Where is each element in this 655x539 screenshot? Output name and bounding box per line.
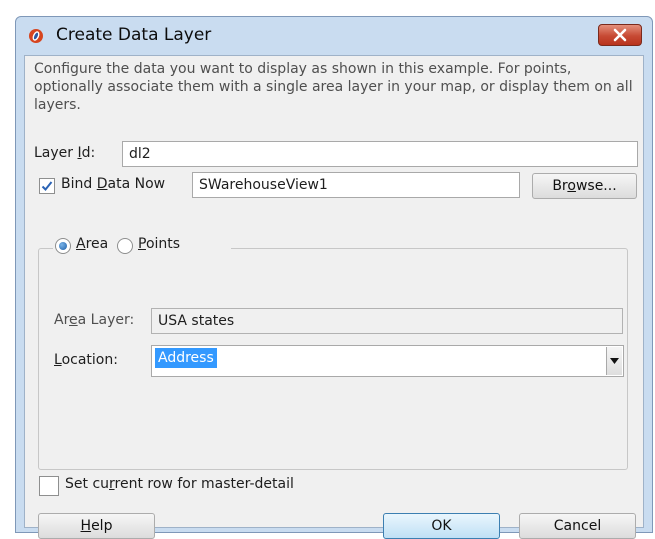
area-radio[interactable]: [55, 238, 71, 254]
area-layer-label: Area Layer:: [54, 312, 135, 328]
close-button[interactable]: [598, 24, 642, 46]
layer-options-group: Area Layer: USA states Location: Address: [38, 248, 628, 470]
location-label: Location:: [54, 352, 118, 368]
cancel-button[interactable]: Cancel: [519, 513, 636, 539]
title-bar[interactable]: Create Data Layer: [16, 17, 652, 55]
close-icon: [613, 28, 627, 42]
bind-data-label[interactable]: Bind Data Now: [61, 176, 165, 192]
radio-selected-dot: [59, 242, 67, 250]
description-text: Configure the data you want to display a…: [34, 61, 633, 113]
dialog-title: Create Data Layer: [56, 25, 212, 45]
layer-id-label: Layer Id:: [34, 145, 96, 161]
area-radio-label[interactable]: Area: [76, 236, 108, 252]
location-selected-value: Address: [155, 348, 217, 368]
location-dropdown[interactable]: Address: [151, 345, 624, 377]
master-detail-label[interactable]: Set current row for master-detail: [65, 476, 294, 492]
browse-button[interactable]: Browse...: [532, 173, 637, 199]
chevron-down-icon: [610, 358, 619, 364]
checkmark-icon: [41, 181, 53, 191]
layer-id-input[interactable]: dl2: [122, 141, 638, 167]
points-radio-label[interactable]: Points: [138, 236, 180, 252]
dropdown-button[interactable]: [606, 347, 622, 375]
bind-data-checkbox[interactable]: [39, 178, 55, 194]
area-layer-field: USA states: [151, 308, 623, 334]
mode-radio-group: Area Points: [53, 233, 231, 259]
ok-button[interactable]: OK: [383, 513, 500, 539]
help-button[interactable]: Help: [38, 513, 155, 539]
master-detail-checkbox[interactable]: [39, 476, 59, 496]
dialog-body: Configure the data you want to display a…: [24, 55, 644, 539]
oracle-logo-icon: [29, 29, 43, 43]
data-source-input[interactable]: SWarehouseView1: [192, 172, 520, 198]
points-radio[interactable]: [117, 238, 133, 254]
dialog-window: Create Data Layer Configure the data you…: [15, 16, 653, 539]
